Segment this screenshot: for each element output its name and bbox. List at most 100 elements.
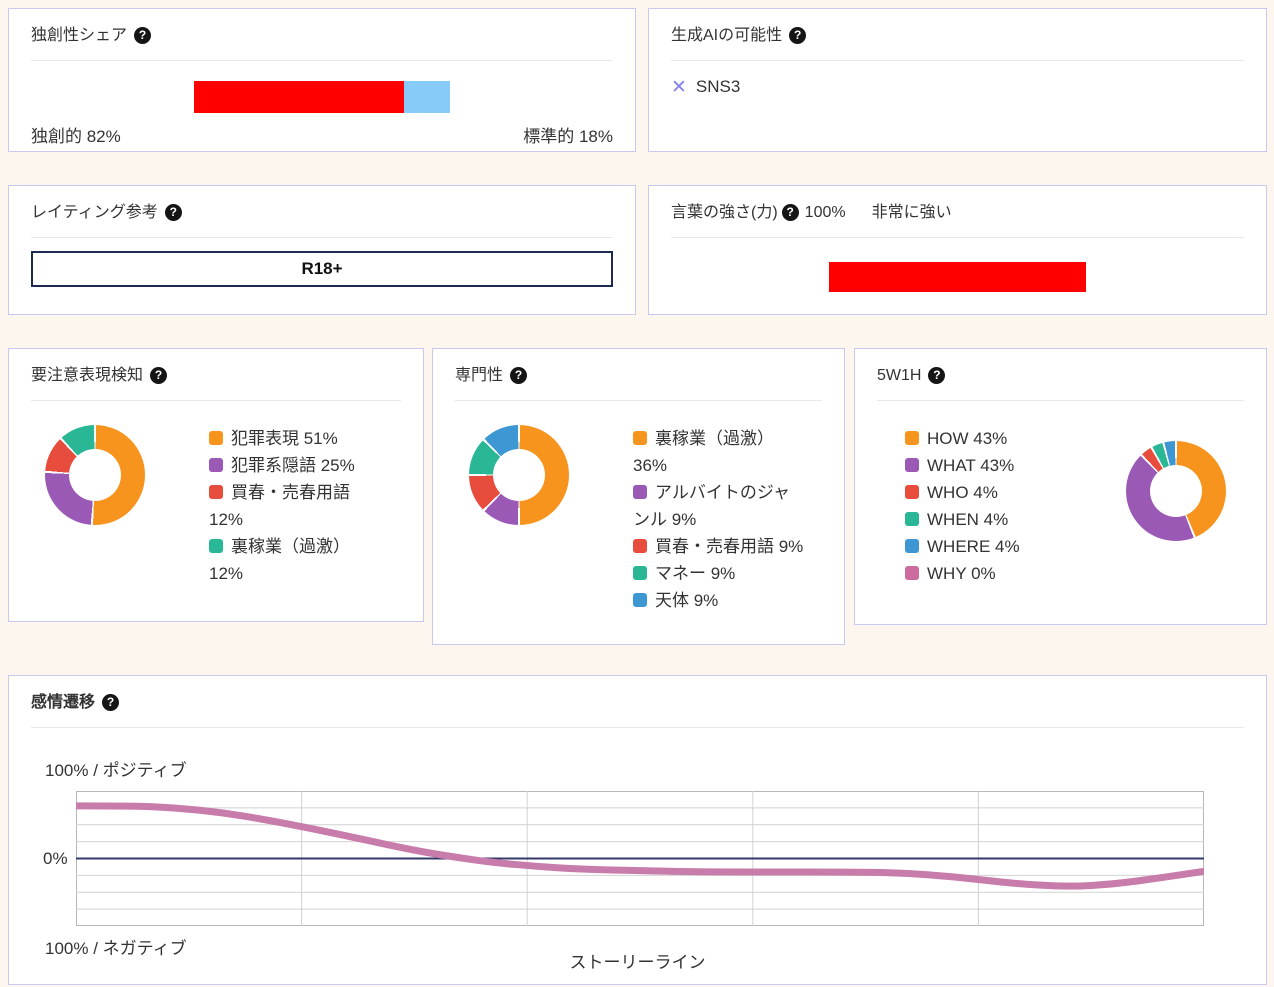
divider — [671, 60, 1244, 61]
legend-swatch-icon — [905, 485, 919, 499]
legend-item: WHO 4% — [905, 479, 1126, 506]
word-power-note: 非常に強い — [872, 201, 952, 224]
legend-label: WHO 4% — [927, 483, 998, 502]
legend-label: 裏稼業（過激） 36% — [633, 429, 774, 475]
legend-swatch-icon — [633, 485, 647, 499]
legend-label: WHAT 43% — [927, 456, 1014, 475]
panel-title-row: 5W1H ? — [877, 364, 1244, 387]
legend-label: マネー 9% — [655, 564, 735, 583]
donut-legend: 裏稼業（過激） 36% アルバイトのジャンル 9% 買春・売春用語 9% マネー 9%… — [633, 425, 805, 614]
legend-swatch-icon — [633, 593, 647, 607]
legend-item: WHEN 4% — [905, 506, 1126, 533]
help-icon[interactable]: ? — [150, 367, 167, 384]
legend-swatch-icon — [905, 431, 919, 445]
gen-ai-item-label: SNS3 — [696, 77, 740, 97]
legend-item: 犯罪系隠語 25% — [209, 452, 381, 479]
gen-ai-item: ✕ SNS3 — [649, 77, 1266, 97]
panel-title-row: レイティング参考 ? — [31, 201, 613, 224]
standard-pct-label: 標準的 18% — [523, 122, 613, 147]
legend-label: WHERE 4% — [927, 537, 1020, 556]
legend-item: マネー 9% — [633, 560, 805, 587]
help-icon[interactable]: ? — [102, 694, 119, 711]
originality-bar — [194, 81, 450, 113]
legend-label: 裏稼業（過激） 12% — [209, 537, 350, 583]
legend-item: 裏稼業（過激） 36% — [633, 425, 805, 479]
legend-label: 買春・売春用語 12% — [209, 483, 350, 529]
donut-legend: HOW 43% WHAT 43% WHO 4% WHEN 4% WHERE 4% WHY … — [905, 425, 1126, 587]
x-mark-icon: ✕ — [671, 78, 687, 97]
legend-swatch-icon — [633, 431, 647, 445]
help-icon[interactable]: ? — [134, 27, 151, 44]
panel-title: 言葉の強さ(力) — [671, 201, 778, 224]
rating-value-box: R18+ — [31, 251, 613, 287]
divider — [31, 60, 613, 61]
legend-label: アルバイトのジャンル 9% — [633, 483, 790, 529]
panel-title-row: 感情遷移 ? — [31, 691, 1244, 714]
word-power-panel: 言葉の強さ(力) ? 100% 非常に強い — [648, 185, 1267, 315]
panel-title-row: 独創性シェア ? — [31, 24, 613, 47]
panel-title: レイティング参考 — [31, 201, 158, 224]
divider — [31, 237, 613, 238]
originality-share-panel: 独創性シェア ? 独創的 82% 標準的 18% — [8, 8, 636, 152]
word-power-bar-track — [829, 262, 1086, 292]
legend-label: WHY 0% — [927, 564, 996, 583]
panel-title-row: 要注意表現検知 ? — [31, 364, 401, 387]
legend-item: 裏稼業（過激） 12% — [209, 533, 381, 587]
panel-title: 生成AIの可能性 — [671, 24, 782, 47]
line-chart-plot — [76, 791, 1204, 926]
caution-expressions-panel: 要注意表現検知 ? 犯罪表現 51% 犯罪系隠語 25% 買春・売春用語 12% 裏稼… — [8, 348, 424, 622]
donut-hole — [69, 449, 121, 501]
help-icon[interactable]: ? — [165, 204, 182, 221]
help-icon[interactable]: ? — [510, 367, 527, 384]
legend-swatch-icon — [905, 566, 919, 580]
legend-item: HOW 43% — [905, 425, 1126, 452]
legend-item: 買春・売春用語 9% — [633, 533, 805, 560]
legend-swatch-icon — [633, 566, 647, 580]
originality-bar-left — [194, 81, 404, 113]
rating-panel: レイティング参考 ? R18+ — [8, 185, 636, 315]
help-icon[interactable]: ? — [789, 27, 806, 44]
legend-item: 犯罪表現 51% — [209, 425, 381, 452]
gen-ai-panel: 生成AIの可能性 ? ✕ SNS3 — [648, 8, 1267, 152]
legend-label: 買春・売春用語 9% — [655, 537, 803, 556]
legend-swatch-icon — [209, 431, 223, 445]
legend-label: HOW 43% — [927, 429, 1007, 448]
panel-title-row: 専門性 ? — [455, 364, 822, 387]
donut-chart — [469, 425, 569, 525]
word-power-bar — [829, 262, 1086, 292]
legend-swatch-icon — [905, 539, 919, 553]
panel-title-row: 生成AIの可能性 ? — [671, 24, 1244, 47]
legend-item: WHERE 4% — [905, 533, 1126, 560]
help-icon[interactable]: ? — [782, 204, 799, 221]
donut-legend: 犯罪表現 51% 犯罪系隠語 25% 買春・売春用語 12% 裏稼業（過激） 12% — [209, 425, 381, 587]
legend-swatch-icon — [905, 458, 919, 472]
donut-chart — [45, 425, 145, 525]
originality-bar-right — [404, 81, 450, 113]
panel-title: 独創性シェア — [31, 24, 127, 47]
help-icon[interactable]: ? — [928, 367, 945, 384]
x-axis-label: ストーリーライン — [9, 948, 1266, 973]
legend-item: 天体 9% — [633, 587, 805, 614]
legend-swatch-icon — [209, 485, 223, 499]
expertise-panel: 専門性 ? 裏稼業（過激） 36% アルバイトのジャンル 9% 買春・売春用語 9%… — [432, 348, 845, 645]
donut-hole — [493, 449, 545, 501]
legend-swatch-icon — [209, 458, 223, 472]
panel-title: 感情遷移 — [31, 691, 95, 714]
word-power-value: 100% — [805, 201, 846, 224]
legend-swatch-icon — [633, 539, 647, 553]
legend-label: WHEN 4% — [927, 510, 1008, 529]
panel-title: 要注意表現検知 — [31, 364, 143, 387]
legend-label: 犯罪表現 51% — [231, 429, 338, 448]
donut-hole — [1150, 465, 1202, 517]
divider — [671, 237, 1244, 238]
legend-item: WHY 0% — [905, 560, 1126, 587]
legend-item: アルバイトのジャンル 9% — [633, 479, 805, 533]
panel-title: 専門性 — [455, 364, 503, 387]
legend-item: WHAT 43% — [905, 452, 1126, 479]
legend-label: 天体 9% — [655, 591, 718, 610]
legend-swatch-icon — [905, 512, 919, 526]
legend-swatch-icon — [209, 539, 223, 553]
emotion-transition-panel: 感情遷移 ? 100% / ポジティブ 0% 100% / ネガティブ ストーリ… — [8, 675, 1267, 985]
y-axis-zero-label: 0% — [43, 849, 68, 869]
legend-label: 犯罪系隠語 25% — [231, 456, 355, 475]
